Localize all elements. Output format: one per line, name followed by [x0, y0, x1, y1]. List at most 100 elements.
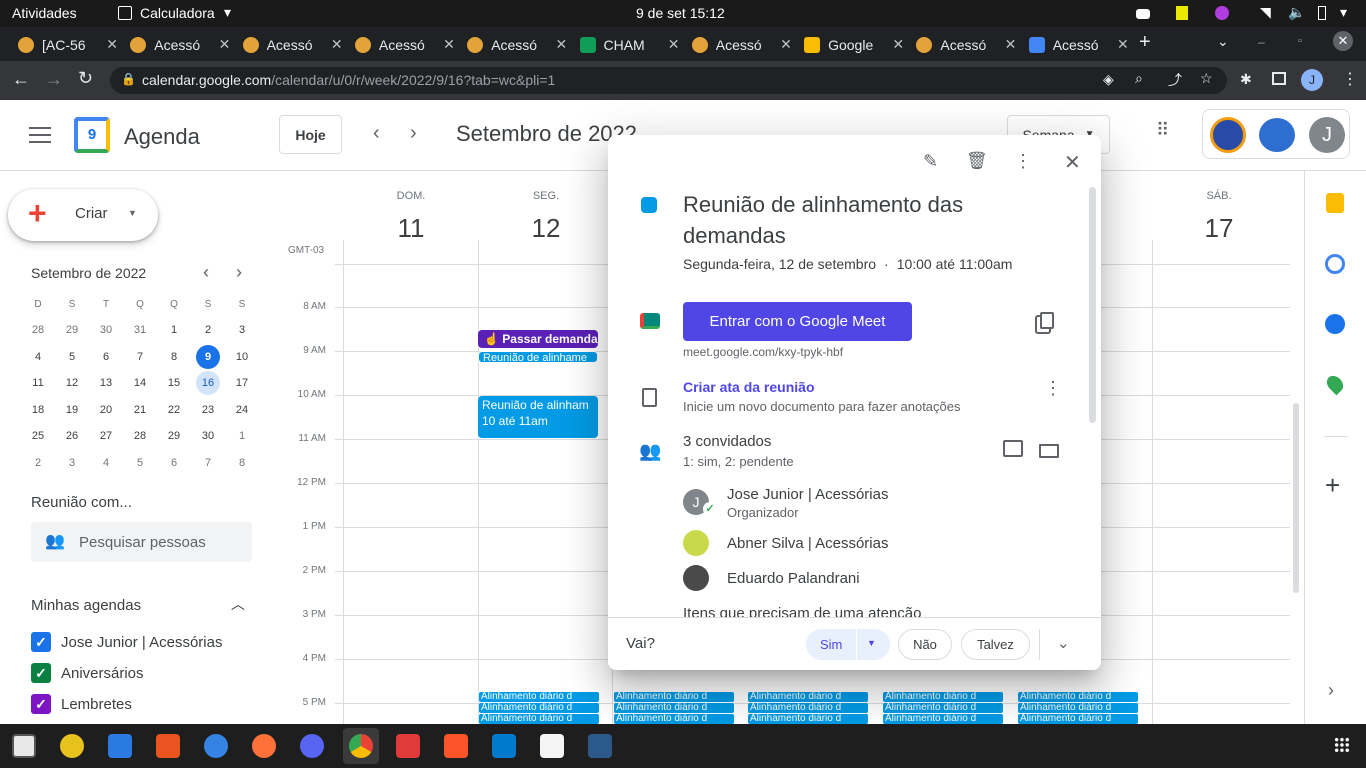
day-num-mon[interactable]: 12 — [513, 213, 579, 244]
firefox-icon[interactable] — [252, 734, 276, 758]
event-daily-alignment[interactable]: Alinhamento diário d — [748, 714, 868, 724]
mini-day[interactable]: 29 — [55, 317, 89, 344]
mini-day[interactable]: 16 — [191, 370, 225, 397]
expand-icon[interactable]: ⌄ — [1057, 634, 1070, 652]
discord-icon[interactable] — [300, 734, 324, 758]
apps-grid-icon[interactable]: ⠿ — [1156, 121, 1176, 146]
mini-day[interactable]: 3 — [225, 317, 259, 344]
mini-day[interactable]: 28 — [123, 423, 157, 450]
profile-avatar[interactable]: J — [1301, 69, 1323, 91]
next-week-icon[interactable]: › — [410, 122, 417, 145]
keep-icon[interactable] — [1326, 193, 1344, 213]
browser-tab[interactable]: Acessó ✕ — [124, 31, 236, 59]
mini-prev-icon[interactable]: ‹ — [203, 262, 209, 283]
browser-tab[interactable]: Acessó ✕ — [1023, 31, 1135, 59]
tab-close-icon[interactable]: ✕ — [1117, 36, 1129, 53]
contacts-icon[interactable] — [1325, 314, 1345, 334]
rsvp-yes-button[interactable]: Sim — [820, 637, 842, 652]
event-passar-demanda[interactable]: ☝ Passar demanda — [478, 330, 598, 348]
mini-day[interactable]: 27 — [89, 423, 123, 450]
copy-icon[interactable] — [1040, 312, 1054, 329]
account-avatar[interactable]: J — [1309, 117, 1345, 153]
event-daily-alignment[interactable]: Alinhamento diário d — [479, 692, 599, 702]
browser-tab[interactable]: Acessó ✕ — [237, 31, 349, 59]
text-editor-icon[interactable] — [540, 734, 564, 758]
tab-close-icon[interactable]: ✕ — [892, 36, 904, 53]
delete-icon[interactable]: 🗑 — [966, 151, 988, 171]
mini-day[interactable]: 19 — [55, 397, 89, 424]
help-icon[interactable] — [204, 734, 228, 758]
mini-day[interactable]: 10 — [225, 344, 259, 371]
meet-link[interactable]: meet.google.com/kxy-tpyk-hbf — [683, 345, 843, 359]
mini-day[interactable]: 30 — [191, 423, 225, 450]
address-field[interactable]: 🔒 calendar.google.com/calendar/u/0/r/wee… — [110, 67, 1227, 94]
mini-day[interactable]: 11 — [21, 370, 55, 397]
mini-day[interactable]: 18 — [21, 397, 55, 424]
mini-day[interactable]: 7 — [191, 450, 225, 477]
edit-icon[interactable]: ✎ — [923, 151, 938, 172]
mini-day[interactable]: 7 — [123, 344, 157, 371]
mini-day[interactable]: 29 — [157, 423, 191, 450]
chrome-icon[interactable] — [349, 734, 373, 758]
bot-avatar[interactable] — [1259, 118, 1295, 152]
rsvp-maybe-button[interactable]: Talvez — [961, 629, 1030, 660]
event-daily-alignment[interactable]: Alinhamento diário d — [479, 703, 599, 713]
mini-next-icon[interactable]: › — [236, 262, 242, 283]
org-logo-avatar[interactable] — [1210, 117, 1246, 153]
zoom-icon[interactable]: ⌕ — [1135, 70, 1143, 87]
files-icon[interactable] — [12, 734, 36, 758]
search-people-input[interactable]: 👥 Pesquisar pessoas — [31, 522, 252, 562]
forward-icon[interactable]: → — [45, 69, 63, 90]
mini-day[interactable]: 17 — [225, 370, 259, 397]
browser-tab[interactable]: Acessó ✕ — [686, 31, 798, 59]
event-daily-alignment[interactable]: Alinhamento diário d — [1018, 714, 1138, 724]
calendar-checkbox[interactable]: ✓ — [31, 663, 51, 683]
mini-day[interactable]: 15 — [157, 370, 191, 397]
wifi-icon[interactable]: ◥ — [1260, 4, 1271, 21]
expand-panel-icon[interactable]: › — [1328, 680, 1334, 701]
show-apps-icon[interactable] — [1334, 737, 1350, 753]
firefox-tray-icon[interactable] — [1215, 6, 1229, 20]
app-menu[interactable]: Calculadora — [140, 5, 215, 21]
mini-day[interactable]: 9 — [191, 344, 225, 371]
tab-close-icon[interactable]: ✕ — [443, 36, 455, 53]
event-daily-alignment[interactable]: Alinhamento diário d — [1018, 692, 1138, 702]
chat-icon[interactable] — [1003, 440, 1023, 457]
event-reuniao-alinhamento[interactable]: Reunião de alinham 10 até 11am — [478, 396, 598, 438]
browser-tab[interactable]: [AC-56 ✕ — [12, 31, 124, 59]
mini-day[interactable]: 2 — [191, 317, 225, 344]
anydesk-icon[interactable] — [396, 734, 420, 758]
mini-day[interactable]: 25 — [21, 423, 55, 450]
share-icon[interactable]: ⤴ — [1168, 70, 1182, 90]
browser-tab[interactable]: Acessó ✕ — [910, 31, 1022, 59]
calendar-checkbox[interactable]: ✓ — [31, 694, 51, 714]
maximize-icon[interactable]: ▫ — [1298, 35, 1302, 47]
event-daily-alignment[interactable]: Alinhamento diário d — [614, 714, 734, 724]
mini-day[interactable]: 5 — [55, 344, 89, 371]
popup-scrollbar[interactable] — [1089, 187, 1096, 423]
cast-icon[interactable]: ◈ — [1103, 71, 1114, 88]
back-icon[interactable]: ← — [12, 69, 30, 90]
mini-day[interactable]: 12 — [55, 370, 89, 397]
rsvp-dropdown-icon[interactable]: ▼ — [867, 638, 876, 648]
close-icon[interactable]: ✕ — [1064, 150, 1081, 175]
sidepanel-icon[interactable] — [1272, 72, 1286, 85]
create-notes-link[interactable]: Criar ata da reunião — [683, 379, 815, 395]
mini-day[interactable]: 23 — [191, 397, 225, 424]
more-options-icon[interactable]: ⋮ — [1014, 151, 1032, 172]
event-daily-alignment[interactable]: Alinhamento diário d — [1018, 703, 1138, 713]
tab-close-icon[interactable]: ✕ — [668, 36, 680, 53]
mini-day[interactable]: 13 — [89, 370, 123, 397]
chevron-up-icon[interactable]: ︿ — [231, 594, 245, 614]
discord-tray-icon[interactable] — [1136, 9, 1150, 19]
event-reuniao-small[interactable]: Reunião de alinhame — [478, 351, 598, 363]
main-menu-icon[interactable] — [29, 127, 51, 143]
activities-button[interactable]: Atividades — [12, 5, 77, 21]
mysql-workbench-icon[interactable] — [588, 734, 612, 758]
event-daily-alignment[interactable]: Alinhamento diário d — [748, 703, 868, 713]
tab-close-icon[interactable]: ✕ — [1005, 36, 1017, 53]
rsvp-no-button[interactable]: Não — [898, 629, 952, 660]
mini-day[interactable]: 20 — [89, 397, 123, 424]
extensions-icon[interactable]: ✱ — [1240, 71, 1252, 88]
power-menu-icon[interactable]: ▾ — [1340, 4, 1347, 21]
